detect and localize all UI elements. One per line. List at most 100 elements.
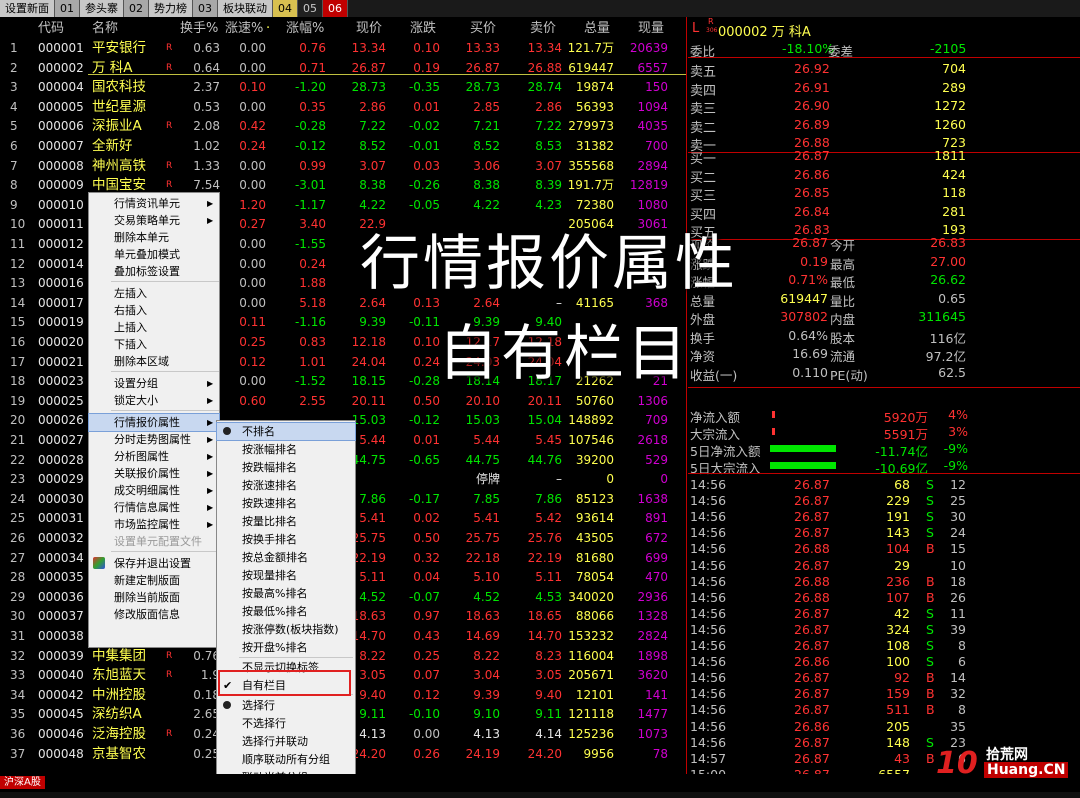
stat-label-2: PE(动) [830, 367, 868, 383]
cell-zf: 0.99 [299, 158, 326, 173]
menu-item[interactable]: 分析图属性 ▶ [89, 448, 219, 465]
submenu-item[interactable]: 按最高%排名 [217, 585, 355, 602]
header-zf[interactable]: 涨幅% [286, 19, 324, 38]
menu-item[interactable]: 成交明细属性 ▶ [89, 482, 219, 499]
layout-tab[interactable]: 01 [55, 0, 80, 17]
menu-item[interactable]: 保存并退出设置 [89, 555, 219, 572]
layout-tab[interactable]: 05 [298, 0, 323, 17]
stat-value-2: 27.00 [930, 253, 966, 269]
menu-separator [111, 281, 219, 282]
table-row[interactable]: 2 000002 万 科A R 0.64 0.00 0.71 26.87 0.19 26.87 26… [0, 58, 686, 78]
cell-idx: 25 [10, 511, 26, 526]
stat-value: 0.64% [788, 327, 828, 343]
submenu-item[interactable]: 按涨幅排名 [217, 441, 355, 458]
submenu-arrow-icon: ▶ [207, 503, 214, 512]
menu-item[interactable]: 交易策略单元 ▶ [89, 212, 219, 229]
cell-mr: 7.85 [473, 491, 500, 506]
cell-mr: 13.33 [465, 41, 500, 55]
ask-volume: 704 [942, 61, 966, 76]
submenu-item[interactable]: 按涨速排名 [217, 477, 355, 494]
submenu-item[interactable]: 不选择行 [217, 715, 355, 732]
header-zs[interactable]: 涨速% [225, 19, 263, 38]
menu-item[interactable]: 单元叠加模式 [89, 246, 219, 263]
submenu-item[interactable]: 按涨停数(板块指数) [217, 621, 355, 638]
menu-item-label: 下插入 [114, 338, 147, 351]
layout-tab[interactable]: 参头寨 [80, 0, 124, 17]
menu-item[interactable]: 设置分组 ▶ [89, 375, 219, 392]
table-row[interactable]: 4 000005 世纪星源 0.53 0.00 0.35 2.86 0.01 2.85 2.86 5… [0, 97, 686, 117]
menu-item[interactable]: 分时走势图属性 ▶ [89, 431, 219, 448]
tick-price: 26.88 [794, 573, 830, 589]
menu-item[interactable]: 叠加标签设置 [89, 263, 219, 280]
menu-item[interactable]: 行情资讯单元 ▶ [89, 195, 219, 212]
tick-side: S [926, 509, 934, 525]
header-mc[interactable]: 卖价 [530, 19, 556, 38]
layout-tab[interactable]: 04 [273, 0, 298, 17]
submenu-item[interactable]: 按跌速排名 [217, 495, 355, 512]
cell-mc: 3.05 [535, 668, 562, 683]
market-tab[interactable]: 沪深A股 [0, 776, 45, 789]
table-row[interactable]: 3 000004 国农科技 2.37 0.10 -1.20 28.73 -0.35 28.73 2… [0, 77, 686, 97]
cell-zs: 0.25 [239, 335, 266, 349]
menu-item[interactable]: 删除本区域 [89, 353, 219, 370]
table-row[interactable]: 6 000007 全新好 1.02 0.24 -0.12 8.52 -0.01 8.52 8.53… [0, 136, 686, 156]
table-row[interactable]: 7 000008 神州高铁 R 1.33 0.00 0.99 3.07 0.03 3.06 3.07… [0, 156, 686, 176]
menu-item[interactable]: 删除当前版面 [89, 589, 219, 606]
header-zd[interactable]: 涨跌 [410, 19, 436, 38]
stat-value: 307802 [780, 309, 828, 324]
cell-xl: 2894 [637, 158, 668, 173]
menu-item[interactable]: 行情报价属性 ▶ [88, 413, 220, 432]
cell-idx: 6 [10, 139, 18, 153]
menu-item-label: 上插入 [114, 321, 147, 334]
menu-item[interactable]: 上插入 [89, 319, 219, 336]
header-zl[interactable]: 总量 [584, 19, 610, 38]
layout-tab[interactable]: 板块联动 [218, 0, 273, 17]
header-code[interactable]: 代码 [38, 19, 64, 38]
menu-item[interactable]: 删除本单元 [89, 229, 219, 246]
submenu-item[interactable]: 按最低%排名 [217, 603, 355, 620]
menu-item[interactable]: 关联报价属性 ▶ [89, 465, 219, 482]
tick-side: S [926, 638, 934, 653]
submenu-item[interactable]: 按开盘%排名 [217, 639, 355, 656]
cell-zd: 0.02 [413, 511, 440, 526]
tick-volume: 143 [886, 525, 910, 541]
submenu-arrow-icon: ▶ [207, 379, 214, 388]
submenu-item[interactable]: 顺序联动所有分组 [217, 751, 355, 768]
layout-tab[interactable]: 06 [323, 0, 348, 17]
menu-item[interactable]: 左插入 [89, 285, 219, 302]
layout-tab[interactable]: 02 [124, 0, 149, 17]
cell-mc: 22.19 [527, 550, 562, 565]
table-row[interactable]: 1 000001 平安银行 R 0.63 0.00 0.76 13.34 0.10 13.33 13… [0, 38, 686, 58]
header-name[interactable]: 名称 [92, 19, 118, 38]
cell-xl: 3620 [637, 668, 668, 683]
submenu-item[interactable]: 按现量排名 [217, 567, 355, 584]
layout-tab[interactable]: 03 [193, 0, 218, 17]
layout-tab[interactable]: 势力榜 [149, 0, 193, 17]
menu-item[interactable]: 修改版面信息 [89, 606, 219, 623]
menu-item[interactable]: 锁定大小 ▶ [89, 392, 219, 409]
cell-zl: 279973 [568, 119, 614, 134]
menu-item[interactable]: 下插入 [89, 336, 219, 353]
submenu-item[interactable]: 按跌幅排名 [217, 459, 355, 476]
submenu-item[interactable]: 不排名 [216, 422, 356, 441]
submenu-item[interactable]: 按量比排名 [217, 513, 355, 530]
submenu-item[interactable]: 按换手排名 [217, 531, 355, 548]
submenu-item[interactable]: 选择行并联动 [217, 733, 355, 750]
cell-idx: 15 [10, 315, 26, 330]
header-hs[interactable]: 换手% [180, 19, 218, 38]
submenu-item[interactable]: 选择行 [217, 697, 355, 714]
table-row[interactable]: 5 000006 深振业A R 2.08 0.42 -0.28 7.22 -0.02 7.21 7.… [0, 116, 686, 136]
menu-item[interactable]: 右插入 [89, 302, 219, 319]
menu-item[interactable]: 新建定制版面 [89, 572, 219, 589]
menu-item[interactable]: 市场监控属性 ▶ [89, 516, 219, 533]
submenu-item-label: 按量比排名 [242, 515, 297, 528]
tick-time: 14:56 [690, 702, 727, 718]
header-xj[interactable]: 现价 [356, 19, 382, 38]
stat-value-2: 97.2亿 [925, 349, 966, 364]
submenu-item[interactable]: 按总金额排名 [217, 549, 355, 566]
menu-item[interactable]: 行情信息属性 ▶ [89, 499, 219, 516]
header-xl[interactable]: 现量 [638, 19, 664, 38]
layout-tab[interactable]: 设置新面 [0, 0, 55, 17]
header-mr[interactable]: 买价 [470, 19, 496, 38]
menu-item[interactable]: 设置单元配置文件 [89, 533, 219, 550]
